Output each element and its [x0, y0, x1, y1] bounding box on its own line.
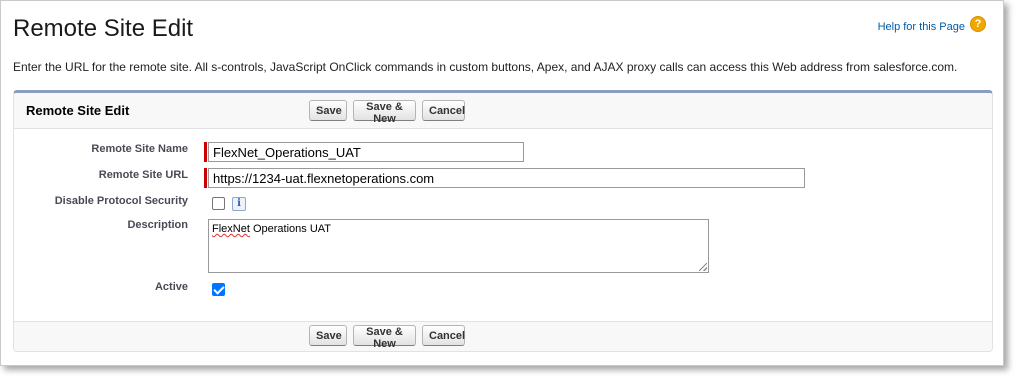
active-label: Active — [154, 281, 188, 293]
block-footer — [14, 321, 992, 352]
help-question-icon[interactable]: ? — [970, 16, 986, 32]
resize-grip-icon[interactable] — [699, 263, 707, 271]
help-link[interactable]: Help for this Page — [878, 21, 965, 33]
block-title: Remote Site Edit — [26, 103, 130, 118]
description-text-first-word: FlexNet — [212, 223, 250, 235]
required-indicator — [204, 142, 207, 162]
cancel-button[interactable]: Cancel — [422, 100, 465, 121]
save-button[interactable]: Save — [309, 325, 347, 346]
save-and-new-button[interactable]: Save & New — [353, 100, 416, 125]
description-textarea[interactable]: FlexNet Operations UAT — [208, 219, 709, 273]
bottom-button-row: Save Save & New Cancel — [309, 325, 465, 350]
save-button[interactable]: Save — [309, 100, 347, 121]
save-and-new-button[interactable]: Save & New — [353, 325, 416, 350]
form-body: Remote Site Name Remote Site URL Disable… — [14, 129, 992, 321]
page-title: Remote Site Edit — [13, 15, 194, 42]
page-description: Enter the URL for the remote site. All s… — [13, 60, 958, 74]
page-frame: Remote Site Edit Help for this Page ? En… — [0, 0, 1004, 366]
remote-site-url-input[interactable] — [208, 168, 805, 188]
cancel-button[interactable]: Cancel — [422, 325, 465, 346]
description-text-rest: Operations UAT — [249, 223, 332, 235]
active-checkbox[interactable] — [212, 283, 225, 296]
info-icon[interactable]: i — [232, 197, 246, 211]
description-label: Description — [127, 219, 188, 231]
required-indicator — [204, 168, 207, 188]
disable-protocol-security-label: Disable Protocol Security — [54, 195, 188, 207]
top-button-row: Save Save & New Cancel — [309, 100, 465, 125]
disable-protocol-security-checkbox[interactable] — [212, 197, 225, 210]
remote-site-name-label: Remote Site Name — [91, 143, 188, 155]
block-header: Remote Site Edit — [14, 93, 992, 129]
remote-site-url-label: Remote Site URL — [98, 169, 188, 181]
edit-block: Remote Site Edit Save Save & New Cancel … — [13, 90, 993, 352]
remote-site-name-input[interactable] — [208, 142, 524, 162]
